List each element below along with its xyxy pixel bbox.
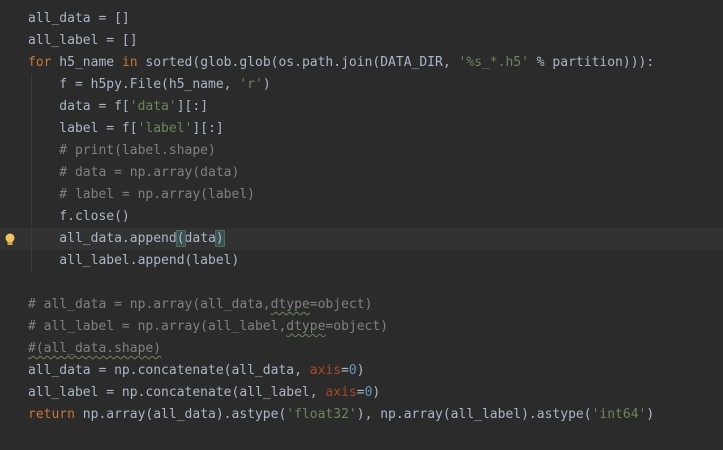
code-text[interactable]: all_data = np.concatenate(all_data, axis… — [28, 360, 365, 382]
code-token: % partition))): — [528, 55, 655, 70]
code-line[interactable]: for h5_name in sorted(glob.glob(os.path.… — [0, 52, 723, 74]
code-text[interactable]: # all_label = np.array(all_label,dtype=o… — [28, 316, 388, 338]
code-line[interactable]: label = f['label'][:] — [0, 118, 723, 140]
code-token: =object) — [309, 297, 373, 312]
code-token: for — [28, 55, 52, 70]
code-token: dtype — [286, 319, 326, 334]
code-token: all_data = [] — [28, 11, 130, 26]
code-text[interactable]: return np.array(all_data).astype('float3… — [28, 404, 654, 426]
code-token: ][:] — [192, 121, 224, 136]
code-line[interactable]: return np.array(all_data).astype('float3… — [0, 404, 723, 426]
code-token: ) — [646, 407, 655, 422]
code-token: 'r' — [239, 77, 263, 92]
code-token: ( — [175, 230, 186, 247]
code-line[interactable]: all_label.append(label) — [0, 250, 723, 272]
code-token: np.array(all_data).astype( — [74, 407, 287, 422]
code-token: return — [28, 407, 75, 422]
code-text[interactable]: all_label = np.concatenate(all_label, ax… — [28, 382, 380, 404]
code-line[interactable]: f.close() — [0, 206, 723, 228]
code-token: ][:] — [176, 99, 209, 114]
code-token: ) — [262, 77, 271, 92]
code-line[interactable]: # all_data = np.array(all_data,dtype=obj… — [0, 294, 723, 316]
code-token: all_data = np.concatenate(all_data, — [28, 363, 310, 378]
code-token: 'float32' — [286, 407, 357, 422]
code-line[interactable]: data = f['data'][:] — [0, 96, 723, 118]
code-token: ) — [214, 230, 225, 247]
code-token: all_data.append — [28, 231, 177, 246]
code-text[interactable]: all_label = [] — [28, 30, 138, 52]
code-token: 0 — [348, 363, 357, 378]
code-line[interactable]: #(all_data.shape) — [0, 338, 723, 360]
code-line[interactable]: f = h5py.File(h5_name, 'r') — [0, 74, 723, 96]
code-token: = — [341, 363, 349, 378]
code-token: label = f[ — [28, 121, 138, 136]
code-token: #(all_data.shape) — [28, 341, 162, 356]
code-token: axis — [325, 385, 357, 400]
code-token: # data = np.array(data) — [28, 165, 240, 180]
code-line[interactable]: all_label = [] — [0, 30, 723, 52]
code-token: all_label = np.concatenate(all_label, — [28, 385, 326, 400]
code-token: = — [356, 385, 365, 400]
code-text[interactable]: label = f['label'][:] — [28, 118, 224, 140]
code-token: data — [184, 231, 216, 246]
code-token: # all_label = np.array(all_label, — [28, 319, 287, 334]
code-text[interactable]: # all_data = np.array(all_data,dtype=obj… — [28, 294, 372, 316]
code-text[interactable]: # print(label.shape) — [28, 140, 216, 162]
code-text[interactable]: # data = np.array(data) — [28, 162, 239, 184]
code-text[interactable]: # label = np.array(label) — [28, 184, 255, 206]
code-token: in — [121, 55, 138, 70]
code-token: f.close() — [28, 209, 130, 224]
code-token: '%s_*.h5' — [458, 55, 529, 70]
code-text[interactable]: f = h5py.File(h5_name, 'r') — [28, 74, 271, 96]
code-line[interactable]: all_label = np.concatenate(all_label, ax… — [0, 382, 723, 404]
code-token: 'label' — [137, 121, 193, 136]
code-line[interactable]: # data = np.array(data) — [0, 162, 723, 184]
code-token: sorted(glob.glob(os.path.join(DATA_DIR, — [137, 55, 459, 70]
code-token: ) — [356, 363, 365, 378]
code-token: dtype — [270, 297, 310, 312]
code-text[interactable]: all_data.append(data) — [28, 228, 225, 250]
code-line[interactable] — [0, 272, 723, 294]
code-token: # print(label.shape) — [28, 143, 216, 158]
code-line[interactable]: all_data = [] — [0, 8, 723, 30]
code-line[interactable]: all_data = np.concatenate(all_data, axis… — [0, 360, 723, 382]
code-line[interactable]: # all_label = np.array(all_label,dtype=o… — [0, 316, 723, 338]
code-token: =object) — [325, 319, 389, 334]
code-token: # label = np.array(label) — [28, 187, 255, 202]
code-token: 'int64' — [591, 407, 647, 422]
code-token: data = f[ — [28, 99, 130, 114]
code-token: 'data' — [129, 99, 177, 114]
code-token: axis — [309, 363, 342, 378]
code-text[interactable]: for h5_name in sorted(glob.glob(os.path.… — [28, 52, 654, 74]
code-token: ) — [372, 385, 381, 400]
code-token: all_label.append(label) — [28, 253, 240, 268]
code-line[interactable]: # label = np.array(label) — [0, 184, 723, 206]
code-editor[interactable]: all_data = [] all_label = [] for h5_name i… — [0, 0, 723, 450]
code-text[interactable]: #(all_data.shape) — [28, 338, 161, 360]
code-text[interactable]: all_label.append(label) — [28, 250, 239, 272]
code-token: # all_data = np.array(all_data, — [28, 297, 271, 312]
code-token: h5_name — [51, 55, 122, 70]
code-line[interactable]: # print(label.shape) — [0, 140, 723, 162]
code-text[interactable]: all_data = [] — [28, 8, 130, 30]
code-text[interactable]: f.close() — [28, 206, 130, 228]
code-token: all_label = [] — [28, 33, 138, 48]
lightbulb-icon[interactable] — [4, 233, 16, 247]
code-line-current[interactable]: all_data.append(data) — [0, 228, 723, 250]
code-token: f = h5py.File(h5_name, — [28, 77, 240, 92]
code-token: ), np.array(all_label).astype( — [356, 407, 592, 422]
code-text[interactable]: data = f['data'][:] — [28, 96, 208, 118]
